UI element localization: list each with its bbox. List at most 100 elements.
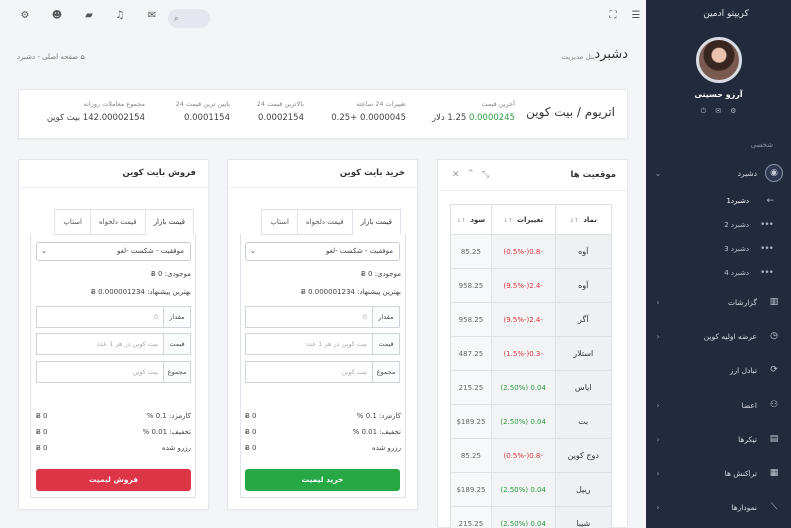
user-profile-icon[interactable]: ☻ — [50, 10, 64, 21]
buy-total-input[interactable]: بیت کوین — [245, 361, 373, 383]
sidebar-item-exchange[interactable]: ⟳ تبادل ارز — [653, 360, 783, 380]
buy-limit-button[interactable]: خرید لیمیت — [245, 469, 400, 491]
bell-icon[interactable]: ♫ — [113, 10, 127, 21]
clock-icon: ◷ — [770, 331, 778, 341]
sell-tab-market[interactable]: قیمت بازار — [144, 209, 194, 235]
position-symbol: استلار — [554, 336, 613, 371]
sell-fee: کارمزد: 0.1 % — [146, 412, 191, 420]
sell-tab-stop[interactable]: استاپ — [54, 209, 91, 235]
positions-title: موقعیت ها — [570, 170, 616, 180]
settings-gear-icon[interactable]: ⚙ — [730, 107, 736, 116]
sell-tab-limit[interactable]: قیمت دلخواه — [90, 209, 146, 235]
table-row[interactable]: شیبا 0.04 (2.50%) 215.25 — [450, 506, 613, 528]
sort-icon: ↑↓ — [456, 217, 466, 224]
sell-reserved: رزرو شده — [162, 444, 191, 452]
sidebar-subitem-dashboard-4[interactable]: ••• دشبرد 4 — [663, 265, 774, 281]
buy-tabs: قیمت بازار قیمت دلخواه استاپ — [261, 209, 401, 235]
buy-discount-value: 0 Ƀ — [245, 428, 257, 436]
position-profit: 958.25 — [450, 268, 492, 303]
page-subtitle: پنل مدیریت — [561, 53, 595, 61]
sell-balance: موجودی: 0 Ƀ — [150, 270, 191, 278]
position-change: -2.4(-9.5%) — [490, 302, 556, 337]
sell-order-select[interactable]: موفقیت - شکست -لغو ⌄ — [36, 242, 191, 261]
settings-gear-icon[interactable]: ⚙ — [18, 10, 32, 21]
sidebar-subitem-dashboard-3[interactable]: ••• دشبرد 3 — [663, 241, 774, 257]
sell-limit-button[interactable]: فروش لیمیت — [36, 469, 191, 491]
stat-daily-volume: مجموع معاملات روزانه 142.00002154 بیت کو… — [46, 100, 145, 123]
buy-amount-group: مقدار 0 — [245, 306, 400, 328]
buy-amount-input[interactable]: 0 — [245, 306, 373, 328]
sidebar-item-transactions[interactable]: ▦ تراکنش ها ‹ — [653, 463, 783, 483]
breadcrumb-home[interactable]: صفحه اصلی — [42, 53, 78, 61]
buy-price-input[interactable]: بیت کوین در هر 1 عدد — [245, 333, 373, 355]
buy-price-label: قیمت — [373, 333, 400, 355]
chevron-down-icon: ⌄ — [654, 168, 662, 178]
stat-24h-high: بالاترین قیمت 24 0.0002154 — [256, 100, 304, 123]
chevron-left-icon: ‹ — [656, 468, 660, 478]
table-row[interactable]: بت 0.04 (2.50%) $189.25 — [450, 404, 613, 439]
sell-total-label: مجموع — [164, 361, 191, 383]
position-profit: 958.25 — [450, 302, 492, 337]
home-icon[interactable]: ⌂ — [80, 53, 84, 61]
search-input[interactable]: ⌕ — [168, 9, 210, 28]
table-row[interactable]: استلار -0.3(-1.5%) 487.25 — [450, 336, 613, 371]
close-icon[interactable]: ✕ — [452, 170, 460, 180]
table-row[interactable]: آوه -0.8(-0.5%) 85.25 — [450, 234, 613, 269]
buy-tab-stop[interactable]: استاپ — [261, 209, 298, 235]
user-name[interactable]: آرزو حسینی — [646, 90, 791, 99]
sidebar-item-tickers[interactable]: ▤ تیکرها ‹ — [653, 429, 783, 449]
chat-icon[interactable]: ▰ — [82, 10, 96, 21]
column-header-change[interactable]: تغییرات ↑↓ — [490, 204, 556, 235]
sell-price-label: قیمت — [164, 333, 191, 355]
sidebar-subitem-dashboard-2[interactable]: ••• دشبرد 2 — [663, 217, 774, 233]
sidebar-section-label: شخصی — [750, 141, 773, 149]
column-header-symbol[interactable]: نماد ↑↓ — [554, 204, 613, 235]
buy-order-select[interactable]: موفقیت - شکست -لغو ⌄ — [245, 242, 400, 261]
chevron-left-icon: ‹ — [656, 502, 660, 512]
sidebar-item-ico[interactable]: ◷ عرضه اولیه کوین ‹ — [653, 326, 783, 346]
dots-icon: ••• — [760, 268, 774, 278]
table-row[interactable]: دوج کوین -0.8(-0.5%) 85.25 — [450, 438, 613, 473]
expand-icon[interactable]: ⤡ — [482, 170, 489, 180]
mail-icon[interactable]: ✉ — [715, 107, 721, 116]
position-change: 0.04 (2.50%) — [490, 370, 556, 405]
buy-discount: تخفیف: 0.01 % — [352, 428, 401, 436]
brand-logo[interactable]: کریپتو ادمین — [661, 9, 791, 19]
table-row[interactable]: ایاس 0.04 (2.50%) 215.25 — [450, 370, 613, 405]
table-row[interactable]: ریپل 0.04 (2.50%) $189.25 — [450, 472, 613, 507]
breadcrumb-current: دشبرد — [17, 53, 36, 61]
avatar[interactable] — [696, 37, 742, 83]
position-change: 0.04 (2.50%) — [490, 472, 556, 507]
refresh-icon: ⟳ — [770, 365, 778, 375]
sell-total-input[interactable]: بیت کوین — [36, 361, 164, 383]
mail-icon[interactable]: ✉ — [145, 10, 159, 21]
sidebar-item-reports[interactable]: ▥ گزارشات ‹ — [653, 292, 783, 312]
position-profit: 85.25 — [450, 438, 492, 473]
chevron-up-icon[interactable]: ⌃ — [467, 169, 475, 179]
position-change: -2.4(-9.5%) — [490, 268, 556, 303]
receipt-icon: ▦ — [769, 468, 779, 478]
position-symbol: ریپل — [554, 472, 613, 507]
menu-toggle-icon[interactable]: ☰ — [629, 10, 643, 21]
fullscreen-icon[interactable]: ⛶ — [606, 10, 620, 21]
buy-tab-market[interactable]: قیمت بازار — [351, 209, 401, 235]
buy-tab-limit[interactable]: قیمت دلخواه — [297, 209, 353, 235]
table-row[interactable]: آگر -2.4(-9.5%) 958.25 — [450, 302, 613, 337]
sell-amount-input[interactable]: 0 — [36, 306, 164, 328]
position-change: -0.3(-1.5%) — [490, 336, 556, 371]
power-icon[interactable]: ⏻ — [701, 107, 707, 116]
sidebar-item-charts[interactable]: ⟋ نمودارها ‹ — [653, 497, 783, 517]
position-symbol: شیبا — [554, 506, 613, 528]
sidebar: کریپتو ادمین آرزو حسینی ⚙ ✉ ⏻ شخصی ◉ دشب… — [646, 0, 791, 528]
column-header-profit[interactable]: سود ↑↓ — [450, 204, 492, 235]
pair-title: اتریوم / بیت کوین — [526, 105, 615, 119]
sell-price-input[interactable]: بیت کوین در هر 1 عدد — [36, 333, 164, 355]
position-change: 0.04 (2.50%) — [490, 404, 556, 439]
eye-icon: ◉ — [765, 164, 783, 182]
sidebar-subitem-dashboard-1[interactable]: ← دشبرد1 — [663, 193, 774, 209]
table-row[interactable]: آوه -2.4(-9.5%) 958.25 — [450, 268, 613, 303]
position-symbol: بت — [554, 404, 613, 439]
sidebar-item-members[interactable]: ⚇ اعضا ‹ — [653, 395, 783, 415]
sidebar-item-dashboard[interactable]: ◉ دشبرد ⌄ — [653, 163, 783, 183]
buy-best-offer: بهترین پیشنهاد: 0.000001234 Ƀ — [301, 288, 401, 296]
